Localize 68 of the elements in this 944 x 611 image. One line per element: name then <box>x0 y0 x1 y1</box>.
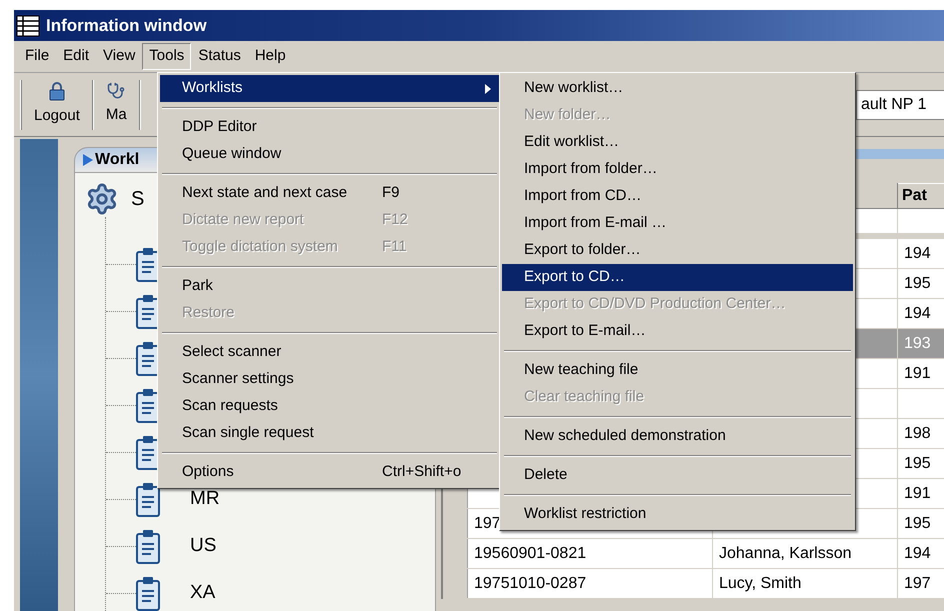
tree-root-label[interactable]: S <box>131 184 144 214</box>
table-cell-text: 19560901-0821 <box>474 544 586 564</box>
table-cell-text: 194 <box>904 544 931 564</box>
table-cell-text: 194 <box>904 244 931 264</box>
menu-item[interactable]: Import from folder… <box>502 156 853 183</box>
table-cell-text: 194 <box>904 304 931 324</box>
menu-bar-item[interactable]: Tools <box>142 43 192 70</box>
table-cell-text: 19751010-0287 <box>474 574 586 594</box>
tree-item[interactable]: US <box>190 532 216 561</box>
table-cell-text: 197 <box>474 514 501 534</box>
menu-item[interactable]: Select scanner <box>160 339 499 366</box>
column-header[interactable]: Pat <box>898 183 944 208</box>
clipboard-icon <box>136 248 160 282</box>
clipboard-icon <box>136 342 160 376</box>
tree-item[interactable]: MR <box>190 485 220 514</box>
table-cell-text: 195 <box>904 274 931 294</box>
menu-item[interactable]: Delete <box>502 462 853 489</box>
menu-item[interactable]: New scheduled demonstration <box>502 423 853 450</box>
menu-item[interactable]: New teaching file <box>502 357 853 384</box>
clipboard-icon <box>136 388 160 422</box>
menu-item[interactable]: DDP Editor <box>160 114 499 141</box>
toolbar-button[interactable]: Logout <box>22 81 92 128</box>
menu-bar-item[interactable]: File <box>18 43 56 70</box>
menu-item[interactable]: Edit worklist… <box>502 129 853 156</box>
table-row[interactable]: 19751010-0287 Lucy, Smith 197 <box>443 569 944 599</box>
clipboard-icon <box>136 294 160 328</box>
lock-icon <box>48 81 65 102</box>
toolbar-button[interactable]: Ma <box>94 82 139 127</box>
menu-item[interactable]: Next state and next case F9 <box>160 180 499 207</box>
table-cell-text: 193 <box>904 334 931 354</box>
stethoscope-icon <box>107 82 126 100</box>
menu-bar-item[interactable]: Edit <box>56 43 96 70</box>
menu-bar-item[interactable]: Help <box>248 43 293 70</box>
triangle-icon <box>83 154 93 166</box>
clipboard-icon <box>136 576 160 610</box>
clipboard-icon <box>136 436 160 470</box>
menu-item[interactable]: Worklist restriction <box>502 501 853 528</box>
menu-item[interactable]: Scanner settings <box>160 366 499 393</box>
window-title: Information window <box>46 14 207 37</box>
menu-item[interactable]: Export to CD… <box>502 264 853 291</box>
menu-item[interactable]: New worklist… <box>502 75 853 102</box>
menu-bar-item[interactable]: View <box>96 43 142 70</box>
table-cell-text: 191 <box>904 364 931 384</box>
menu-item[interactable]: Park <box>160 273 499 300</box>
table-row[interactable]: 19560901-0821 Johanna, Karlsson 194 <box>443 539 944 569</box>
gear-icon <box>85 182 119 216</box>
table-cell-text: 198 <box>904 424 931 444</box>
menu-item[interactable]: Import from CD… <box>502 183 853 210</box>
clipboard-icon <box>136 482 160 516</box>
table-cell-text: 195 <box>904 514 931 534</box>
menu-item[interactable]: Scan requests <box>160 393 499 420</box>
menu-item[interactable]: Options Ctrl+Shift+o <box>160 459 499 486</box>
table-cell-text: 197 <box>904 574 931 594</box>
table-cell-text: Lucy, Smith <box>719 574 802 594</box>
menu-item[interactable]: Worklists <box>160 75 499 102</box>
input-field[interactable]: ault NP 1 <box>856 90 944 120</box>
menu-item[interactable]: Scan single request <box>160 420 499 447</box>
window-icon <box>16 14 40 36</box>
menu-item[interactable]: Export to folder… <box>502 237 853 264</box>
table-cell-text: 191 <box>904 484 931 504</box>
tree-item[interactable]: XA <box>190 579 216 608</box>
table-cell-text: 195 <box>904 454 931 474</box>
menu-item[interactable]: Import from E-mail … <box>502 210 853 237</box>
menu-item[interactable]: Export to E-mail… <box>502 318 853 345</box>
clipboard-icon <box>136 530 160 564</box>
table-cell-text: Johanna, Karlsson <box>719 544 852 564</box>
menu-item[interactable]: Queue window <box>160 141 499 168</box>
menu-bar-item[interactable]: Status <box>191 43 248 70</box>
